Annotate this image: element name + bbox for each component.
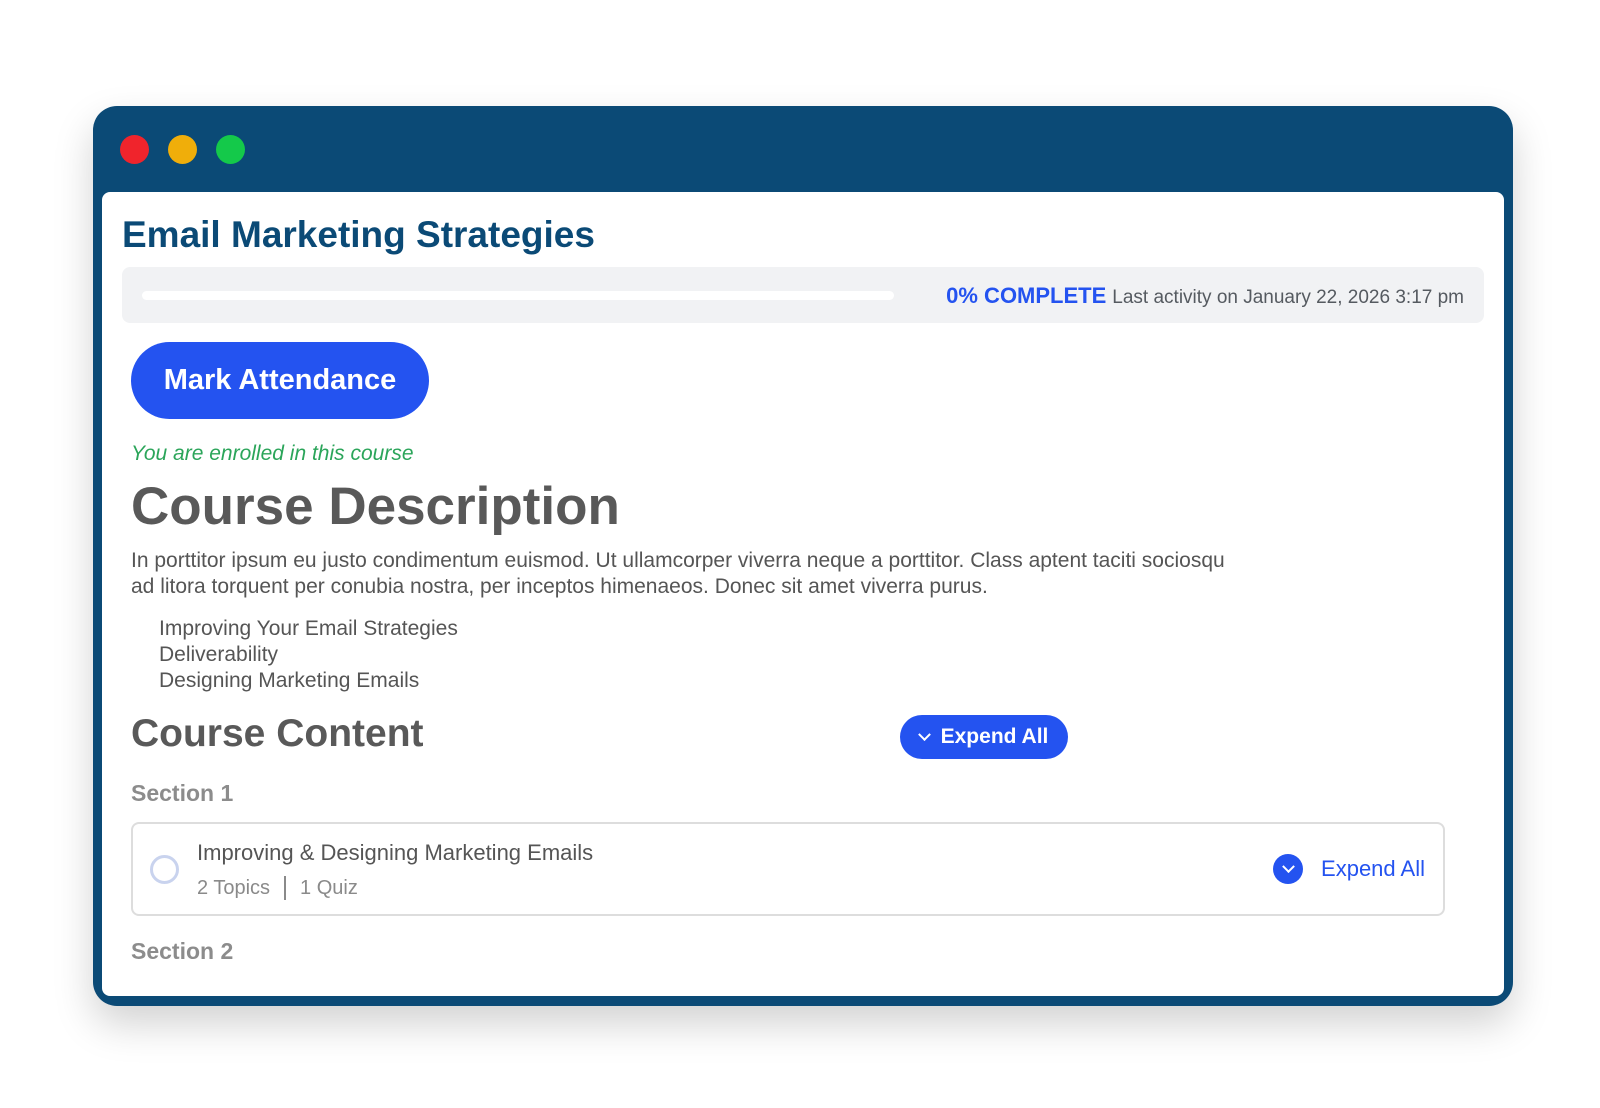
course-description-heading: Course Description	[131, 477, 620, 536]
description-list: Improving Your Email Strategies Delivera…	[159, 616, 458, 694]
course-title: Email Marketing Strategies	[122, 214, 595, 255]
course-content-heading: Course Content	[131, 712, 424, 755]
lesson-expand-button[interactable]: Expend All	[1273, 854, 1425, 884]
topics-count: 2 Topics	[197, 876, 271, 899]
maximize-window-dot[interactable]	[216, 135, 245, 164]
section-2-label: Section 2	[131, 938, 234, 964]
last-activity: Last activity on January 22, 2026 3:17 p…	[1112, 287, 1464, 308]
section-1-label: Section 1	[131, 780, 234, 806]
course-description-text: In porttitor ipsum eu justo condimentum …	[131, 549, 1225, 598]
list-item: Deliverability	[159, 643, 279, 666]
progress-meta: 0% COMPLETE Last activity on January 22,…	[946, 283, 1464, 309]
list-item: Designing Marketing Emails	[159, 669, 420, 692]
chevron-down-circle-icon	[1273, 854, 1304, 884]
progress-bar	[142, 291, 894, 300]
lesson-expand-label: Expend All	[1321, 856, 1425, 881]
expand-all-button[interactable]: Expend All	[900, 715, 1068, 759]
page-content: Email Marketing Strategies 0% COMPLETE L…	[102, 192, 1504, 996]
close-window-dot[interactable]	[120, 135, 149, 164]
minimize-window-dot[interactable]	[168, 135, 197, 164]
meta-divider	[284, 876, 287, 900]
quiz-count: 1 Quiz	[300, 876, 358, 899]
lesson-title[interactable]: Improving & Designing Marketing Emails	[197, 840, 593, 866]
chevron-down-icon	[917, 727, 931, 741]
mark-attendance-button[interactable]: Mark Attendance	[131, 342, 429, 419]
lesson-status-circle-icon	[150, 855, 179, 884]
lesson-meta: 2 Topics 1 Quiz	[197, 876, 358, 900]
list-item: Improving Your Email Strategies	[159, 617, 458, 640]
lesson-card[interactable]: Improving & Designing Marketing Emails 2…	[131, 822, 1445, 916]
progress-panel: 0% COMPLETE Last activity on January 22,…	[122, 267, 1484, 323]
expand-all-label: Expend All	[940, 725, 1049, 748]
browser-window: Email Marketing Strategies 0% COMPLETE L…	[93, 106, 1513, 1006]
window-controls	[120, 135, 245, 164]
enrollment-status: You are enrolled in this course	[131, 442, 414, 465]
progress-percent: 0% COMPLETE	[946, 283, 1107, 308]
